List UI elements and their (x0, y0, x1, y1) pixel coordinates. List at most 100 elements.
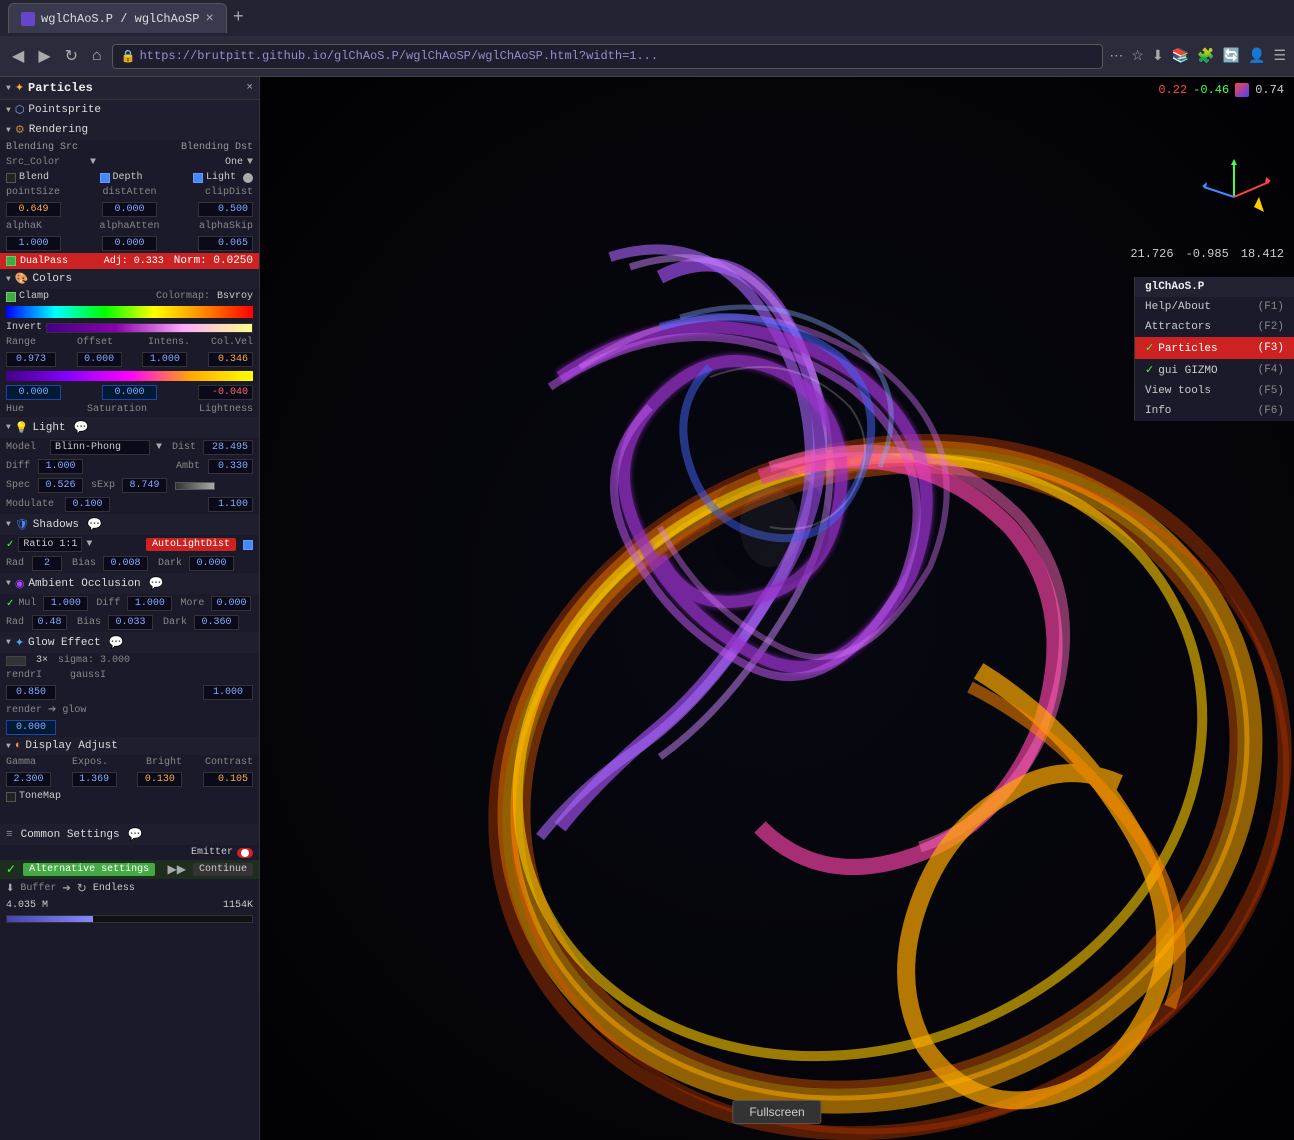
ao-diff-value[interactable]: 1.000 (127, 596, 172, 611)
right-menu-particles[interactable]: ✓Particles (F3) (1135, 337, 1294, 359)
model-triangle: ▼ (156, 442, 162, 453)
world-x: 21.726 (1130, 247, 1173, 261)
tab-close-button[interactable]: × (205, 11, 213, 27)
light-checkbox[interactable] (193, 173, 203, 183)
ao-bias-value[interactable]: 0.033 (108, 615, 153, 630)
refresh-button[interactable]: ↻ (61, 42, 82, 70)
ambt-value[interactable]: 0.330 (208, 459, 253, 474)
glow-value[interactable]: 0.000 (6, 720, 56, 735)
fullscreen-button[interactable]: Fullscreen (732, 1100, 821, 1124)
distatten-value[interactable]: 0.000 (102, 202, 157, 217)
spec-value[interactable]: 0.526 (38, 478, 83, 493)
ao-mul-value[interactable]: 1.000 (43, 596, 88, 611)
dark-value[interactable]: 0.000 (189, 556, 234, 571)
emitter-toggle[interactable] (237, 848, 253, 858)
extensions-icon[interactable]: ⋯ (1109, 48, 1123, 65)
right-menu-viewtools[interactable]: View tools (F5) (1135, 381, 1294, 401)
alphak-value[interactable]: 1.000 (6, 236, 61, 251)
collapse-triangle[interactable]: ▼ (6, 84, 11, 93)
ao-rad-value[interactable]: 0.48 (32, 615, 67, 630)
sync-icon[interactable]: 🔄 (1223, 48, 1240, 65)
gamma-value[interactable]: 2.300 (6, 772, 51, 787)
pointsprite-section[interactable]: ▼ ⬡ Pointsprite (0, 100, 259, 120)
depth-checkbox[interactable] (100, 173, 110, 183)
right-menu-info[interactable]: Info (F6) (1135, 401, 1294, 421)
forward-button[interactable]: ▶ (34, 42, 54, 70)
address-bar[interactable]: 🔒 https://brutpitt.github.io/glChAoS.P/w… (112, 44, 1104, 69)
col-vel-value[interactable]: 0.346 (208, 352, 253, 367)
ao-more-value[interactable]: 0.000 (211, 596, 251, 611)
back-button[interactable]: ◀ (8, 42, 28, 70)
display-section[interactable]: ▼ ◐ Display Adjust (0, 737, 259, 755)
contrast-value[interactable]: 0.105 (203, 772, 253, 787)
alpha-labels-row: alphaK alphaAtten alphaSkip (0, 219, 259, 234)
library-icon[interactable]: 📚 (1172, 48, 1189, 65)
autolightdist-checkbox[interactable] (243, 540, 253, 550)
clipdist-value[interactable]: 0.500 (198, 202, 253, 217)
common-settings-section[interactable]: ≡ Common Settings 💬 (0, 824, 259, 845)
pointsize-value[interactable]: 0.649 (6, 202, 61, 217)
ao-section[interactable]: ▼ ◉ Ambient Occlusion 💬 (0, 573, 259, 594)
ratio-row: ✓ Ratio 1:1 ▼ AutoLightDist (0, 535, 259, 554)
downloads-icon[interactable]: ⬇ (1152, 48, 1164, 65)
ao-dark-value[interactable]: 0.360 (194, 615, 239, 630)
gizmo-check: ✓ (1145, 365, 1154, 377)
addons-icon[interactable]: 🧩 (1197, 48, 1214, 65)
sat-value[interactable]: 0.000 (102, 385, 157, 400)
panel-close-button[interactable]: × (246, 82, 253, 94)
shadows-section[interactable]: ▼ 🛡 Shadows 💬 (0, 514, 259, 535)
hue-value[interactable]: 0.000 (6, 385, 61, 400)
bias-value[interactable]: 0.008 (103, 556, 148, 571)
display-triangle: ▼ (6, 742, 11, 751)
ratio-select[interactable]: Ratio 1:1 (18, 537, 82, 552)
dist-value[interactable]: 28.495 (203, 440, 253, 455)
menu-icon[interactable]: ☰ (1273, 48, 1286, 65)
light-section-icon: 💡 (15, 421, 29, 435)
diff-value[interactable]: 1.000 (38, 459, 83, 474)
bright-value[interactable]: 0.130 (137, 772, 182, 787)
help-shortcut: (F1) (1258, 301, 1284, 313)
rendering-icon: ⚙ (15, 123, 25, 137)
spec-slider[interactable] (175, 482, 215, 490)
alphaskip-value[interactable]: 0.065 (198, 236, 253, 251)
offset-value[interactable]: 0.000 (77, 352, 122, 367)
gaussi-value[interactable]: 1.000 (203, 685, 253, 700)
modulate-value[interactable]: 0.100 (65, 497, 110, 512)
expos-value[interactable]: 1.369 (72, 772, 117, 787)
new-tab-button[interactable]: + (233, 8, 244, 28)
modulate-value2[interactable]: 1.100 (208, 497, 253, 512)
colors-section[interactable]: ▼ 🎨 Colors (0, 269, 259, 289)
rendering-section[interactable]: ▼ ⚙ Rendering (0, 120, 259, 140)
ao-more-label: More (180, 598, 204, 609)
right-menu-gizmo[interactable]: ✓gui GIZMO (F4) (1135, 359, 1294, 381)
intens-value[interactable]: 1.000 (142, 352, 187, 367)
ao-rad-row: Rad 0.48 Bias 0.033 Dark 0.360 (0, 613, 259, 632)
dualpass-checkbox[interactable] (6, 256, 16, 266)
right-menu-help[interactable]: Help/About (F1) (1135, 297, 1294, 317)
range-value[interactable]: 0.973 (6, 352, 56, 367)
blinn-phong-select[interactable]: Blinn-Phong (50, 440, 150, 455)
light-section[interactable]: ▼ 💡 Light 💬 (0, 417, 259, 438)
glow-section[interactable]: ▼ ✦ Glow Effect 💬 (0, 632, 259, 653)
light-value2[interactable]: -0.040 (198, 385, 253, 400)
autolightdist-btn[interactable]: AutoLightDist (146, 538, 236, 551)
account-icon[interactable]: 👤 (1248, 48, 1265, 65)
alt-settings-btn[interactable]: Alternative settings (23, 863, 155, 876)
home-button[interactable]: ⌂ (88, 43, 106, 69)
viewtools-shortcut: (F5) (1258, 385, 1284, 397)
right-menu-attractors[interactable]: Attractors (F2) (1135, 317, 1294, 337)
continue-btn[interactable]: Continue (193, 863, 253, 876)
blend-checkbox[interactable] (6, 173, 16, 183)
tonemap-checkbox[interactable] (6, 792, 16, 802)
rendri-value[interactable]: 0.850 (6, 685, 56, 700)
gradient-bar[interactable] (6, 306, 253, 318)
dist-label: Dist (172, 442, 196, 453)
sexp-value[interactable]: 8.749 (122, 478, 167, 493)
colormap-value: Bsvroy (217, 291, 253, 302)
help-label: Help/About (1145, 301, 1211, 313)
active-tab[interactable]: wglChAoS.P / wglChAoSP × (8, 3, 227, 33)
clamp-checkbox[interactable] (6, 292, 16, 302)
alphaatten-value[interactable]: 0.000 (102, 236, 157, 251)
rad-value[interactable]: 2 (32, 556, 62, 571)
bookmark-icon[interactable]: ☆ (1131, 48, 1144, 65)
